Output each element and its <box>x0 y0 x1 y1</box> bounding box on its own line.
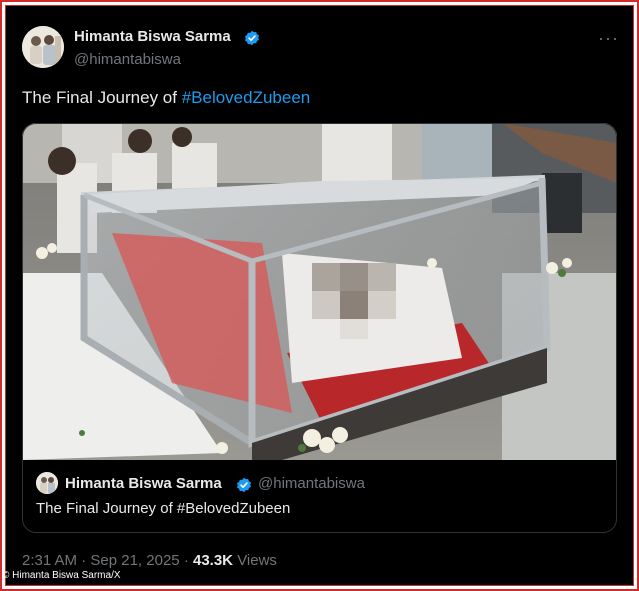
author-name[interactable]: Himanta Biswa Sarma <box>74 28 231 45</box>
views-count[interactable]: 43.3K <box>193 552 233 569</box>
tweet-date[interactable]: Sep 21, 2025 <box>90 552 179 569</box>
tweet-card: Himanta Biswa Sarma @himantabiswa ··· Th… <box>5 5 634 586</box>
quoted-author-avatar[interactable] <box>36 472 58 494</box>
tweet-text-prefix: The Final Journey of <box>22 88 182 107</box>
meta-separator: · <box>183 552 189 569</box>
tweet-text: The Final Journey of #BelovedZubeen <box>22 88 310 108</box>
author-handle[interactable]: @himantabiswa <box>74 51 181 68</box>
author-avatar[interactable] <box>22 26 64 68</box>
tweet-photo[interactable] <box>22 123 617 460</box>
hashtag-link[interactable]: #BelovedZubeen <box>182 88 311 107</box>
meta-separator: · <box>81 552 87 569</box>
quoted-author-handle[interactable]: @himantabiswa <box>258 475 365 492</box>
tweet-time[interactable]: 2:31 AM <box>22 552 77 569</box>
more-horizontal-icon[interactable]: ··· <box>598 28 619 49</box>
tweet-metadata: 2:31 AM · Sep 21, 2025 · 43.3K Views <box>22 552 277 569</box>
verified-badge-icon <box>245 30 259 46</box>
verified-badge-icon <box>237 477 251 493</box>
image-credit: © Himanta Biswa Sarma/X <box>2 570 121 581</box>
quoted-author-name[interactable]: Himanta Biswa Sarma <box>65 475 222 492</box>
views-label: Views <box>237 552 277 569</box>
quoted-tweet-text: The Final Journey of #BelovedZubeen <box>36 500 291 517</box>
